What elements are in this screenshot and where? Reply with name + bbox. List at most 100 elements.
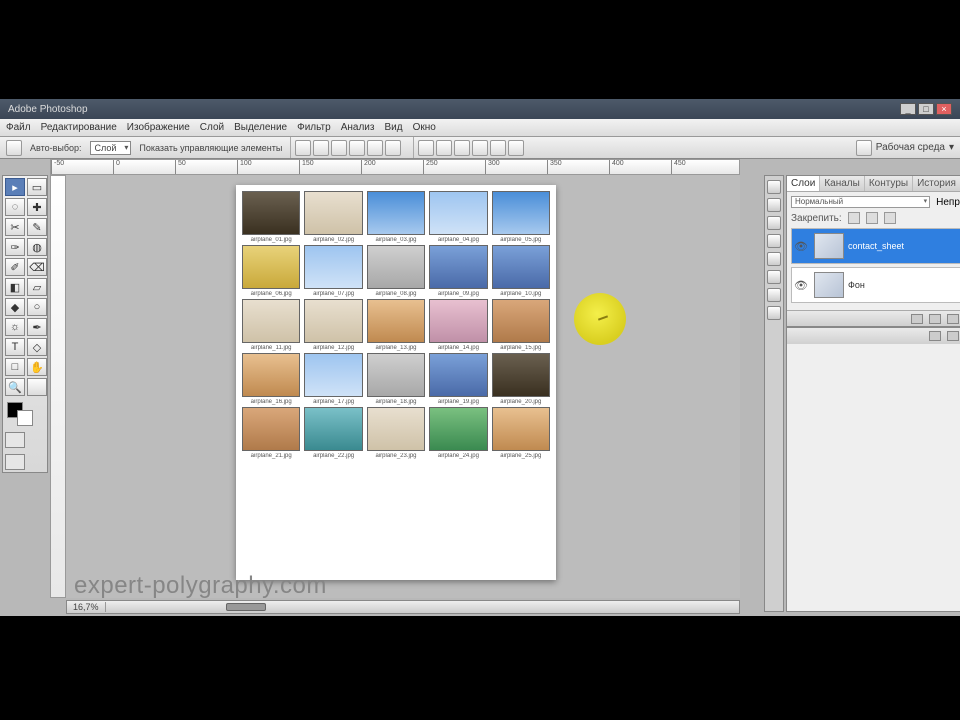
thumbnail-cell[interactable]: airplane_21.jpg bbox=[242, 407, 300, 459]
thumbnail-cell[interactable]: airplane_23.jpg bbox=[367, 407, 425, 459]
align-bottom-icon[interactable] bbox=[385, 140, 401, 156]
thumbnail-cell[interactable]: airplane_15.jpg bbox=[492, 299, 550, 351]
scrollbar-thumb[interactable] bbox=[226, 603, 266, 611]
foot-icon-1[interactable] bbox=[929, 331, 941, 341]
visibility-icon[interactable]: 👁 bbox=[792, 240, 810, 253]
history-brush-tool[interactable]: ◧ bbox=[5, 278, 25, 296]
thumbnail-cell[interactable]: airplane_06.jpg bbox=[242, 245, 300, 297]
link-layers-icon[interactable] bbox=[911, 314, 923, 324]
layer-row[interactable]: 👁Фон bbox=[791, 267, 960, 303]
blend-mode-dropdown[interactable]: Нормальный bbox=[791, 196, 930, 208]
dock-d5-icon[interactable] bbox=[767, 252, 781, 266]
thumbnail-cell[interactable]: airplane_12.jpg bbox=[304, 299, 362, 351]
layer-style-icon[interactable] bbox=[929, 314, 941, 324]
screenmode-toggle[interactable] bbox=[5, 454, 25, 470]
quickmask-toggle[interactable] bbox=[5, 432, 25, 448]
align-middle-icon[interactable] bbox=[367, 140, 383, 156]
thumbnail-cell[interactable]: airplane_22.jpg bbox=[304, 407, 362, 459]
document-page[interactable]: airplane_01.jpgairplane_02.jpgairplane_0… bbox=[236, 185, 556, 580]
distribute-v-icon[interactable] bbox=[436, 140, 452, 156]
wand-tool[interactable]: ✚ bbox=[27, 198, 47, 216]
thumbnail-cell[interactable]: airplane_02.jpg bbox=[304, 191, 362, 243]
title-bar[interactable]: Adobe Photoshop _ □ × bbox=[0, 99, 960, 119]
foot-icon-2[interactable] bbox=[947, 331, 959, 341]
visibility-icon[interactable]: 👁 bbox=[792, 279, 810, 292]
layer-row[interactable]: 👁contact_sheet bbox=[791, 228, 960, 264]
layer-mask-icon[interactable] bbox=[947, 314, 959, 324]
menu-select[interactable]: Выделение bbox=[234, 122, 287, 133]
menu-edit[interactable]: Редактирование bbox=[41, 122, 117, 133]
ruler-horizontal[interactable]: -50050100150200250300350400450 bbox=[50, 159, 740, 175]
distribute-b-icon[interactable] bbox=[508, 140, 524, 156]
heal-tool[interactable]: ◍ bbox=[27, 238, 47, 256]
distribute-e-icon[interactable] bbox=[472, 140, 488, 156]
hand-tool[interactable]: ✋ bbox=[27, 358, 47, 376]
align-top-icon[interactable] bbox=[349, 140, 365, 156]
dodge-tool[interactable]: ☼ bbox=[5, 318, 25, 336]
color-swatches[interactable] bbox=[5, 400, 47, 426]
menu-window[interactable]: Окно bbox=[413, 122, 436, 133]
background-swatch[interactable] bbox=[17, 410, 33, 426]
dock-d1-icon[interactable] bbox=[767, 180, 781, 194]
thumbnail-cell[interactable]: airplane_24.jpg bbox=[429, 407, 487, 459]
thumbnail-cell[interactable]: airplane_25.jpg bbox=[492, 407, 550, 459]
thumbnail-cell[interactable]: airplane_04.jpg bbox=[429, 191, 487, 243]
maximize-button[interactable]: □ bbox=[918, 103, 934, 115]
menu-analysis[interactable]: Анализ bbox=[341, 122, 375, 133]
thumbnail-cell[interactable]: airplane_13.jpg bbox=[367, 299, 425, 351]
distribute-h-icon[interactable] bbox=[418, 140, 434, 156]
thumbnail-cell[interactable]: airplane_18.jpg bbox=[367, 353, 425, 405]
menu-file[interactable]: Файл bbox=[6, 122, 31, 133]
thumbnail-cell[interactable]: airplane_09.jpg bbox=[429, 245, 487, 297]
tab-layers[interactable]: Слои bbox=[787, 176, 820, 191]
marquee-tool[interactable]: ▭ bbox=[27, 178, 47, 196]
eraser-tool[interactable]: ▱ bbox=[27, 278, 47, 296]
path-tool[interactable]: ◇ bbox=[27, 338, 47, 356]
shape-tool[interactable]: □ bbox=[5, 358, 25, 376]
thumbnail-cell[interactable]: airplane_10.jpg bbox=[492, 245, 550, 297]
menu-image[interactable]: Изображение bbox=[127, 122, 190, 133]
thumbnail-cell[interactable]: airplane_05.jpg bbox=[492, 191, 550, 243]
thumbnail-cell[interactable]: airplane_11.jpg bbox=[242, 299, 300, 351]
lock-all-icon[interactable] bbox=[884, 212, 896, 224]
slice-tool[interactable]: ✎ bbox=[27, 218, 47, 236]
thumbnail-cell[interactable]: airplane_07.jpg bbox=[304, 245, 362, 297]
thumbnail-cell[interactable]: airplane_17.jpg bbox=[304, 353, 362, 405]
tab-paths[interactable]: Контуры bbox=[865, 176, 913, 191]
type-tool[interactable]: T bbox=[5, 338, 25, 356]
dock-d4-icon[interactable] bbox=[767, 234, 781, 248]
align-right-icon[interactable] bbox=[331, 140, 347, 156]
menu-view[interactable]: Вид bbox=[384, 122, 402, 133]
close-button[interactable]: × bbox=[936, 103, 952, 115]
lock-position-icon[interactable] bbox=[866, 212, 878, 224]
zoom-tool[interactable]: 🔍 bbox=[5, 378, 25, 396]
brush-tool[interactable]: ✐ bbox=[5, 258, 25, 276]
ruler-vertical[interactable] bbox=[50, 175, 66, 598]
auto-select-dropdown[interactable]: Слой bbox=[90, 141, 132, 155]
tab-channels[interactable]: Каналы bbox=[820, 176, 865, 191]
spacer[interactable] bbox=[27, 378, 47, 396]
thumbnail-cell[interactable]: airplane_16.jpg bbox=[242, 353, 300, 405]
thumbnail-cell[interactable]: airplane_14.jpg bbox=[429, 299, 487, 351]
dock-d6-icon[interactable] bbox=[767, 270, 781, 284]
dock-d8-icon[interactable] bbox=[767, 306, 781, 320]
crop-tool[interactable]: ✂ bbox=[5, 218, 25, 236]
tab-history[interactable]: История bbox=[913, 176, 960, 191]
thumbnail-cell[interactable]: airplane_08.jpg bbox=[367, 245, 425, 297]
zoom-level[interactable]: 16,7% bbox=[67, 602, 106, 612]
thumbnail-cell[interactable]: airplane_01.jpg bbox=[242, 191, 300, 243]
gradient-tool[interactable]: ◆ bbox=[5, 298, 25, 316]
move-tool[interactable]: ▸ bbox=[5, 178, 25, 196]
distribute-a-icon[interactable] bbox=[490, 140, 506, 156]
menu-filter[interactable]: Фильтр bbox=[297, 122, 331, 133]
workspace-switcher[interactable]: Рабочая среда ▾ bbox=[856, 140, 954, 156]
thumbnail-cell[interactable]: airplane_19.jpg bbox=[429, 353, 487, 405]
align-center-icon[interactable] bbox=[313, 140, 329, 156]
dock-d3-icon[interactable] bbox=[767, 216, 781, 230]
canvas-area[interactable]: airplane_01.jpgairplane_02.jpgairplane_0… bbox=[66, 175, 740, 598]
eyedropper-tool[interactable]: ✑ bbox=[5, 238, 25, 256]
blur-tool[interactable]: ○ bbox=[27, 298, 47, 316]
stamp-tool[interactable]: ⌫ bbox=[27, 258, 47, 276]
dock-d7-icon[interactable] bbox=[767, 288, 781, 302]
dock-d2-icon[interactable] bbox=[767, 198, 781, 212]
